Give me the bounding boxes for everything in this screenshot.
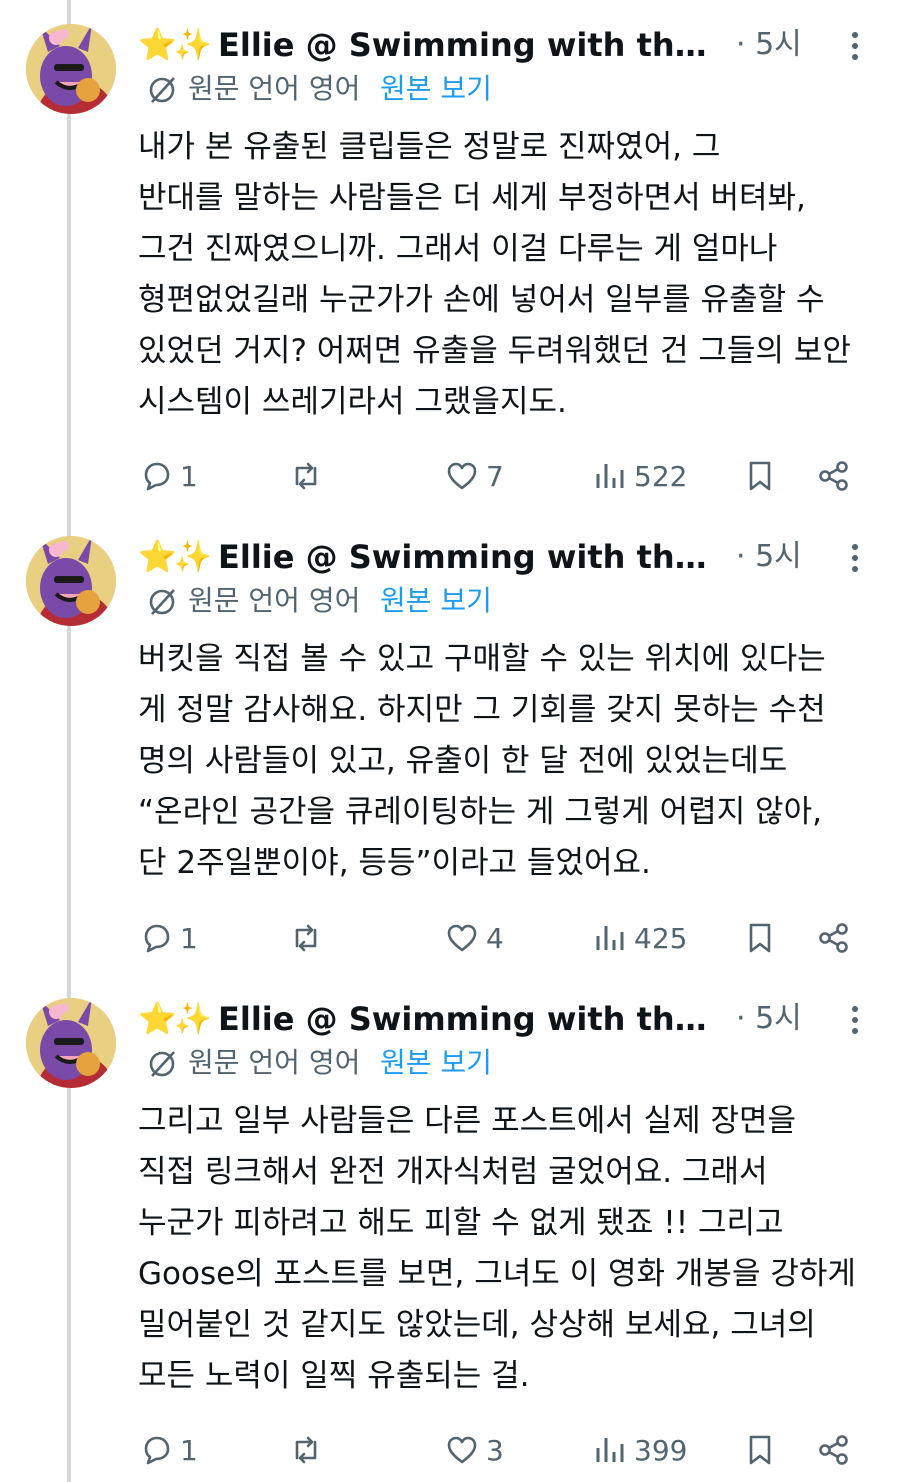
reply-button[interactable]: 1 bbox=[138, 452, 198, 500]
more-vertical-icon[interactable] bbox=[844, 1002, 864, 1038]
views-bar-chart-icon bbox=[596, 926, 624, 950]
views-bar-chart-icon bbox=[596, 1438, 624, 1462]
original-language-label: 원문 언어 영어 bbox=[188, 584, 361, 617]
reply-count: 1 bbox=[180, 459, 198, 493]
post-text: 그리고 일부 사람들은 다른 포스트에서 실제 장면을직접 링크해서 완전 개자… bbox=[138, 1096, 888, 1402]
post-text-line: 형편없었길래 누군가가 손에 넣어서 일부를 유출할 수 bbox=[138, 282, 825, 318]
action-bar: 1 7 522 bbox=[138, 452, 878, 500]
reply-button[interactable]: 1 bbox=[138, 914, 198, 962]
share-button[interactable] bbox=[816, 1426, 852, 1474]
avatar[interactable] bbox=[26, 24, 116, 114]
repost-button[interactable] bbox=[288, 914, 330, 962]
post-text-line: 버킷을 직접 볼 수 있고 구매할 수 있는 위치에 있다는 bbox=[138, 641, 826, 677]
views-button[interactable]: 399 bbox=[592, 1426, 687, 1474]
like-button[interactable]: 7 bbox=[444, 452, 504, 500]
show-original-link[interactable]: 원본 보기 bbox=[380, 72, 492, 106]
author-emoji: ⭐✨ bbox=[138, 1001, 212, 1037]
post-text: 내가 본 유출된 클립들은 정말로 진짜였어, 그반대를 말하는 사람들은 더 … bbox=[138, 122, 888, 428]
post-text-line: 그건 진짜였으니까. 그래서 이걸 다루는 게 얼마나 bbox=[138, 231, 778, 267]
post-text-line: 그리고 일부 사람들은 다른 포스트에서 실제 장면을 bbox=[138, 1103, 797, 1139]
translate-globe-icon bbox=[149, 589, 175, 615]
post-text-line: 단 2주일뿐이야, 등등”이라고 들었어요. bbox=[138, 845, 651, 881]
post-text-line: 밀어붙인 것 같지도 않았는데, 상상해 보세요, 그녀의 bbox=[138, 1307, 816, 1343]
avatar[interactable] bbox=[26, 536, 116, 626]
post-header: ⭐✨ Ellie @ Swimming with the St... · 5시 bbox=[138, 996, 888, 1042]
reply-count: 1 bbox=[180, 921, 198, 955]
repost-icon bbox=[295, 1436, 317, 1464]
post-time[interactable]: · 5시 bbox=[736, 1002, 802, 1036]
share-button[interactable] bbox=[816, 452, 852, 500]
show-original-link[interactable]: 원본 보기 bbox=[380, 584, 492, 618]
post-text-line: 있었던 거지? 어쩌면 유출을 두려워했던 건 그들의 보안 bbox=[138, 333, 851, 369]
avatar[interactable] bbox=[26, 998, 116, 1088]
action-bar: 1 3 399 bbox=[138, 1426, 878, 1474]
views-button[interactable]: 522 bbox=[592, 452, 687, 500]
post-text-line: 모든 노력이 일찍 유출되는 걸. bbox=[138, 1358, 530, 1394]
author-name[interactable]: Ellie @ Swimming with the St... bbox=[218, 26, 728, 64]
translate-globe-icon bbox=[149, 1051, 175, 1077]
views-count: 399 bbox=[634, 1433, 688, 1467]
heart-icon bbox=[447, 924, 477, 952]
translate-globe-icon bbox=[149, 77, 175, 103]
original-language-label: 원문 언어 영어 bbox=[188, 72, 361, 105]
post-text-line: 명의 사람들이 있고, 유출이 한 달 전에 있었는데도 bbox=[138, 743, 788, 779]
views-button[interactable]: 425 bbox=[592, 914, 687, 962]
author-name[interactable]: Ellie @ Swimming with the St... bbox=[218, 1000, 728, 1038]
post-header: ⭐✨ Ellie @ Swimming with the St... · 5시 bbox=[138, 22, 888, 68]
reply-count: 1 bbox=[180, 1433, 198, 1467]
translation-notice: 원문 언어 영어 원본 보기 bbox=[146, 582, 846, 622]
like-count: 3 bbox=[486, 1433, 504, 1467]
thread-connector-line bbox=[67, 0, 71, 1482]
translation-notice: 원문 언어 영어 원본 보기 bbox=[146, 1044, 846, 1084]
post-text-line: Goose의 포스트를 보면, 그녀도 이 영화 개봉을 강하게 bbox=[138, 1256, 856, 1292]
post-text-line: 시스템이 쓰레기라서 그랬을지도. bbox=[138, 384, 567, 420]
repost-button[interactable] bbox=[288, 452, 330, 500]
action-bar: 1 4 425 bbox=[138, 914, 878, 962]
reply-icon bbox=[144, 1436, 170, 1465]
bookmark-button[interactable] bbox=[742, 914, 778, 962]
bookmark-icon bbox=[749, 461, 771, 491]
reply-icon bbox=[144, 462, 170, 491]
share-icon bbox=[819, 461, 848, 491]
post-time[interactable]: · 5시 bbox=[736, 540, 802, 574]
post-text-line: 누군가 피하려고 해도 피할 수 없게 됐죠 !! 그리고 bbox=[138, 1205, 784, 1241]
heart-icon bbox=[447, 1436, 477, 1464]
post-text-line: “온라인 공간을 큐레이팅하는 게 그렇게 어렵지 않아, bbox=[138, 794, 822, 830]
like-count: 4 bbox=[486, 921, 504, 955]
views-count: 522 bbox=[634, 459, 688, 493]
repost-icon bbox=[295, 462, 317, 490]
repost-button[interactable] bbox=[288, 1426, 330, 1474]
original-language-label: 원문 언어 영어 bbox=[188, 1046, 361, 1079]
like-button[interactable]: 4 bbox=[444, 914, 504, 962]
like-button[interactable]: 3 bbox=[444, 1426, 504, 1474]
reply-button[interactable]: 1 bbox=[138, 1426, 198, 1474]
bookmark-icon bbox=[749, 1435, 771, 1465]
bookmark-icon bbox=[749, 923, 771, 953]
like-count: 7 bbox=[486, 459, 504, 493]
share-icon bbox=[819, 1435, 848, 1465]
reply-icon bbox=[144, 924, 170, 953]
post-text-line: 반대를 말하는 사람들은 더 세게 부정하면서 버텨봐, bbox=[138, 180, 806, 216]
more-vertical-icon[interactable] bbox=[844, 28, 864, 64]
author-emoji: ⭐✨ bbox=[138, 27, 212, 63]
share-icon bbox=[819, 923, 848, 953]
views-bar-chart-icon bbox=[596, 464, 624, 488]
heart-icon bbox=[447, 462, 477, 490]
repost-icon bbox=[295, 924, 317, 952]
translation-notice: 원문 언어 영어 원본 보기 bbox=[146, 70, 846, 110]
bookmark-button[interactable] bbox=[742, 1426, 778, 1474]
share-button[interactable] bbox=[816, 914, 852, 962]
show-original-link[interactable]: 원본 보기 bbox=[380, 1046, 492, 1080]
author-emoji: ⭐✨ bbox=[138, 539, 212, 575]
bookmark-button[interactable] bbox=[742, 452, 778, 500]
post-text-line: 직접 링크해서 완전 개자식처럼 굴었어요. 그래서 bbox=[138, 1154, 768, 1190]
post-text-line: 게 정말 감사해요. 하지만 그 기회를 갖지 못하는 수천 bbox=[138, 692, 826, 728]
views-count: 425 bbox=[634, 921, 688, 955]
post-text: 버킷을 직접 볼 수 있고 구매할 수 있는 위치에 있다는게 정말 감사해요.… bbox=[138, 634, 888, 889]
more-vertical-icon[interactable] bbox=[844, 540, 864, 576]
post-header: ⭐✨ Ellie @ Swimming with the St... · 5시 bbox=[138, 534, 888, 580]
post-text-line: 내가 본 유출된 클립들은 정말로 진짜였어, 그 bbox=[138, 129, 721, 165]
post-time[interactable]: · 5시 bbox=[736, 28, 802, 62]
author-name[interactable]: Ellie @ Swimming with the St... bbox=[218, 538, 728, 576]
